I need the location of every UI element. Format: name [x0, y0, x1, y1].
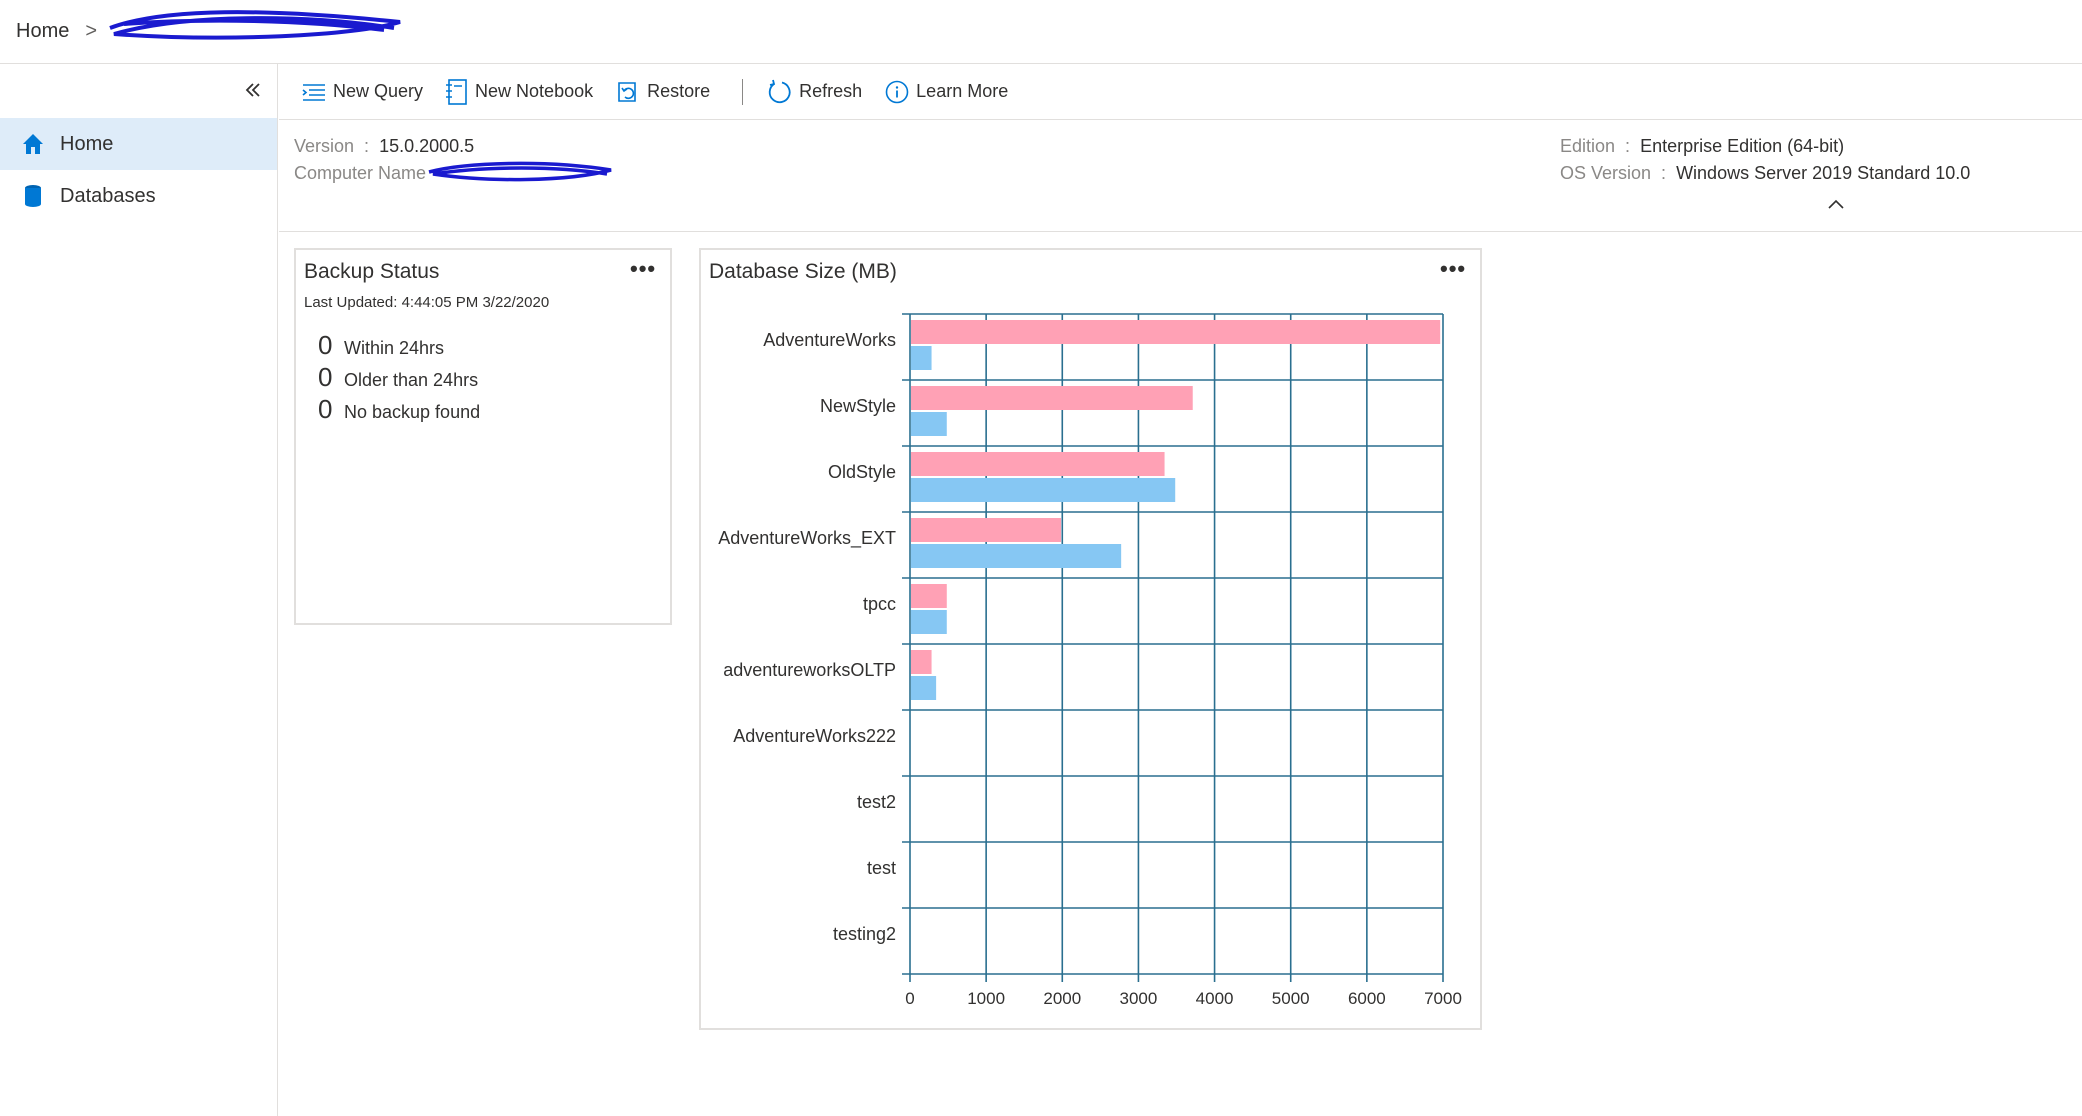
- chart-bar: [911, 544, 1122, 568]
- backup-row-older: 0 Older than 24hrs: [318, 362, 478, 393]
- os-version-label: OS Version: [1560, 163, 1652, 183]
- backup-status-widget: Backup Status ••• Last Updated: 4:44:05 …: [294, 248, 672, 625]
- chart-bar: [911, 584, 947, 608]
- backup-row-within: 0 Within 24hrs: [318, 330, 444, 361]
- more-options-button[interactable]: •••: [630, 256, 656, 282]
- new-notebook-button[interactable]: New Notebook: [445, 78, 593, 106]
- breadcrumb-home[interactable]: Home: [16, 20, 69, 43]
- chart-bar: [911, 610, 947, 634]
- category-label: OldStyle: [828, 462, 896, 482]
- x-tick-label: 6000: [1348, 989, 1386, 1008]
- new-query-icon: [302, 83, 325, 101]
- category-label: tpcc: [863, 594, 896, 614]
- refresh-button[interactable]: Refresh: [765, 78, 862, 106]
- chart-bar: [911, 650, 932, 674]
- chart-bar: [911, 452, 1165, 476]
- x-tick-label: 1000: [967, 989, 1005, 1008]
- os-version-row: OS Version: Windows Server 2019 Standard …: [1560, 163, 1970, 184]
- edition-value: Enterprise Edition (64-bit): [1640, 136, 1845, 156]
- chart-bar: [911, 320, 1441, 344]
- category-label: testing2: [833, 924, 896, 944]
- restore-button[interactable]: Restore: [615, 79, 710, 105]
- sidebar-item-databases[interactable]: Databases: [0, 170, 277, 222]
- backup-label: Older than 24hrs: [344, 370, 479, 390]
- chevron-up-icon[interactable]: [1827, 198, 1845, 210]
- database-icon: [20, 183, 46, 209]
- chart-bar: [911, 676, 937, 700]
- separator-colon: :: [1661, 163, 1667, 183]
- server-properties: Version:15.0.2000.5 Computer Name Editio…: [279, 120, 2082, 232]
- x-tick-label: 4000: [1196, 989, 1234, 1008]
- sidebar-item-label: Databases: [60, 184, 156, 207]
- backup-label: Within 24hrs: [344, 338, 445, 358]
- new-query-label: New Query: [333, 81, 424, 101]
- computer-name-row: Computer Name: [294, 163, 426, 184]
- x-tick-label: 0: [905, 989, 914, 1008]
- refresh-icon: [768, 79, 791, 103]
- x-tick-label: 2000: [1043, 989, 1081, 1008]
- redaction-scribble: [109, 10, 401, 40]
- category-label: test: [867, 858, 896, 878]
- edition-row: Edition: Enterprise Edition (64-bit): [1560, 136, 1844, 157]
- category-label: AdventureWorks_EXT: [718, 528, 896, 549]
- backup-label: No backup found: [344, 402, 481, 422]
- x-tick-label: 5000: [1272, 989, 1310, 1008]
- version-label: Version: [294, 136, 355, 156]
- backup-status-title: Backup Status: [304, 260, 440, 283]
- collapse-sidebar-icon[interactable]: [241, 78, 265, 102]
- x-tick-label: 7000: [1424, 989, 1462, 1008]
- category-label: NewStyle: [820, 396, 896, 416]
- category-label: AdventureWorks222: [733, 726, 896, 746]
- restore-label: Restore: [647, 81, 711, 101]
- version-value: 15.0.2000.5: [379, 136, 475, 156]
- separator-colon: :: [1625, 136, 1631, 156]
- backup-row-none: 0 No backup found: [318, 394, 480, 425]
- chevron-right-icon: >: [85, 20, 98, 42]
- backup-count: 0: [318, 362, 333, 392]
- os-version-value: Windows Server 2019 Standard 10.0: [1676, 163, 1971, 183]
- backup-count: 0: [318, 330, 333, 360]
- chart-bar: [911, 412, 947, 436]
- chart-bar: [911, 386, 1193, 410]
- separator-colon: :: [364, 136, 370, 156]
- new-query-button[interactable]: New Query: [301, 80, 423, 104]
- home-icon: [20, 131, 46, 157]
- breadcrumb: Home >: [0, 0, 2082, 64]
- computer-name-label: Computer Name: [294, 163, 427, 183]
- sidebar: Home Databases: [0, 64, 278, 1116]
- info-icon: [885, 80, 909, 103]
- refresh-label: Refresh: [799, 81, 863, 101]
- category-label: adventureworksOLTP: [723, 660, 896, 680]
- chart-bar: [911, 518, 1062, 542]
- database-size-widget: Database Size (MB) ••• 0 1000 2000 3000 4000…: [699, 248, 1482, 1030]
- notebook-icon: [446, 78, 467, 105]
- chart-bar: [911, 346, 932, 370]
- x-tick-label: 3000: [1120, 989, 1158, 1008]
- edition-label: Edition: [1560, 136, 1616, 156]
- last-updated-text: Last Updated: 4:44:05 PM 3/22/2020: [304, 294, 550, 311]
- sidebar-item-home[interactable]: Home: [0, 118, 277, 170]
- category-label: AdventureWorks: [763, 330, 896, 350]
- redaction-scribble: [428, 161, 612, 182]
- learn-more-label: Learn More: [916, 81, 1009, 101]
- chart-bar: [911, 478, 1176, 502]
- toolbar-divider: [742, 78, 744, 105]
- toolbar: New Query New Notebook Restore Refresh L…: [279, 64, 2082, 120]
- backup-count: 0: [318, 394, 333, 424]
- restore-icon: [618, 81, 636, 102]
- database-size-chart: 0 1000 2000 3000 4000 5000 6000 7000 AdventureWo…: [718, 313, 1462, 1008]
- new-notebook-label: New Notebook: [475, 81, 594, 101]
- category-label: test2: [857, 792, 896, 812]
- version-row: Version:15.0.2000.5: [294, 136, 474, 157]
- learn-more-button[interactable]: Learn More: [884, 79, 1008, 105]
- sidebar-item-label: Home: [60, 132, 114, 155]
